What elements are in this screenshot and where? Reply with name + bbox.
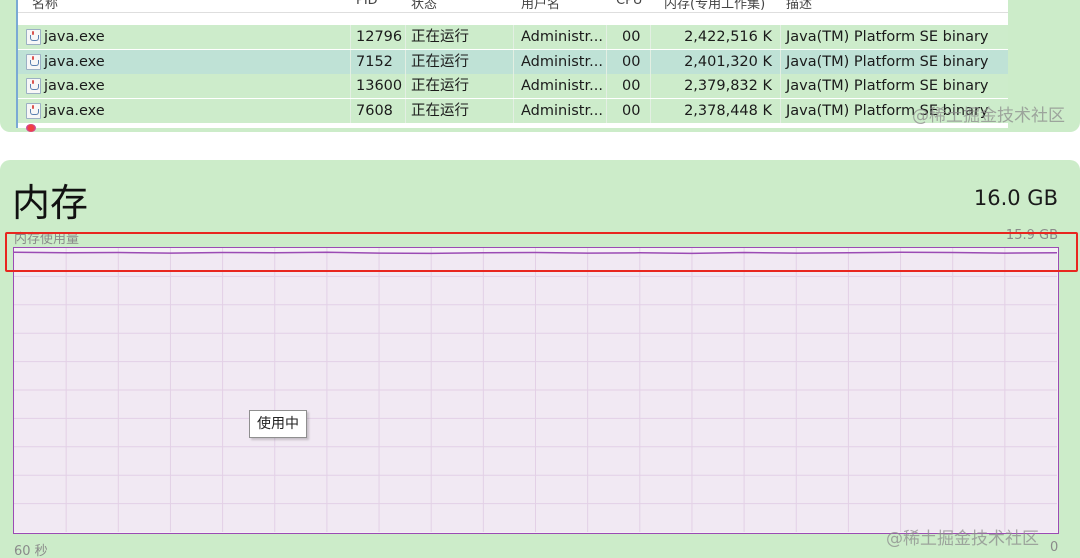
process-pid: 13600 <box>356 78 403 94</box>
process-list-panel: 名称 PID 状态 用户名 CPU 内存(专用工作集) 描述 java.exe 1… <box>0 0 1080 132</box>
process-name: java.exe <box>44 102 105 119</box>
column-separator <box>606 74 607 98</box>
column-separator <box>513 74 514 98</box>
graph-tooltip: 使用中 <box>249 410 307 438</box>
process-status: 正在运行 <box>411 78 469 94</box>
process-row[interactable]: java.exe 7152 正在运行 Administr... 00 2,401,320 … <box>18 49 1008 74</box>
process-cpu: 00 <box>622 53 641 70</box>
column-separator <box>650 74 651 98</box>
column-separator <box>513 49 514 74</box>
process-pid: 12796 <box>356 29 403 45</box>
column-separator <box>513 98 514 123</box>
column-separator <box>350 98 351 123</box>
column-separator <box>606 49 607 74</box>
column-separator <box>650 49 651 74</box>
memory-title: 内存 <box>12 181 89 225</box>
process-table-header: 名称 PID 状态 用户名 CPU 内存(专用工作集) 描述 <box>18 0 1008 13</box>
java-exe-icon <box>26 102 41 119</box>
process-user: Administr... <box>521 78 603 94</box>
process-status: 正在运行 <box>411 102 469 119</box>
process-description: Java(TM) Platform SE binary <box>786 78 989 94</box>
process-memory: 2,401,320 K <box>684 53 772 70</box>
java-exe-icon <box>26 53 41 70</box>
watermark-top: @稀土掘金技术社区 <box>912 106 1065 126</box>
process-name: java.exe <box>44 53 105 70</box>
column-separator <box>780 98 781 123</box>
memory-usage-chart <box>14 248 1057 532</box>
axis-label-right: 0 <box>1050 540 1059 555</box>
column-header-memory[interactable]: 内存(专用工作集) <box>664 0 765 12</box>
column-separator <box>405 49 406 74</box>
column-separator <box>350 25 351 49</box>
highlight-box <box>5 232 1078 272</box>
process-table: 名称 PID 状态 用户名 CPU 内存(专用工作集) 描述 java.exe 1… <box>16 0 1008 128</box>
process-pid: 7608 <box>356 102 393 119</box>
column-header-pid[interactable]: PID <box>356 0 378 8</box>
process-status: 正在运行 <box>411 53 469 70</box>
column-separator <box>350 49 351 74</box>
column-header-cpu[interactable]: CPU <box>616 0 642 8</box>
column-header-status[interactable]: 状态 <box>411 0 437 12</box>
watermark-bottom: @稀土掘金技术社区 <box>886 529 1039 549</box>
process-memory: 2,378,448 K <box>684 102 772 119</box>
process-memory: 2,379,832 K <box>684 78 772 94</box>
column-separator <box>606 25 607 49</box>
column-header-name[interactable]: 名称 <box>32 0 58 12</box>
column-separator <box>780 25 781 49</box>
process-name: java.exe <box>44 78 105 94</box>
process-row[interactable]: java.exe 13600 正在运行 Administr... 00 2,379,832… <box>18 74 1008 98</box>
usage-area <box>14 252 1057 532</box>
java-exe-icon <box>26 78 41 94</box>
java-exe-icon <box>26 29 41 45</box>
process-description: Java(TM) Platform SE binary <box>786 53 989 70</box>
process-cpu: 00 <box>622 29 641 45</box>
process-description: Java(TM) Platform SE binary <box>786 29 989 45</box>
column-separator <box>405 74 406 98</box>
memory-usage-graph[interactable] <box>13 247 1059 534</box>
process-status: 正在运行 <box>411 29 469 45</box>
column-separator <box>650 25 651 49</box>
process-cpu: 00 <box>622 78 641 94</box>
column-header-description[interactable]: 描述 <box>786 0 812 12</box>
column-separator <box>405 98 406 123</box>
memory-total: 16.0 GB <box>973 186 1058 210</box>
column-separator <box>405 25 406 49</box>
axis-label-left: 60 秒 <box>14 544 48 558</box>
process-row[interactable]: java.exe 7608 正在运行 Administr... 00 2,378,448 … <box>18 98 1008 123</box>
column-separator <box>780 49 781 74</box>
process-user: Administr... <box>521 53 603 70</box>
process-row[interactable]: java.exe 12796 正在运行 Administr... 00 2,422,516… <box>18 25 1008 49</box>
process-pid: 7152 <box>356 53 393 70</box>
column-separator <box>780 74 781 98</box>
column-separator <box>650 98 651 123</box>
process-name: java.exe <box>44 29 105 45</box>
process-cpu: 00 <box>622 102 641 119</box>
column-header-user[interactable]: 用户名 <box>521 0 560 12</box>
process-memory: 2,422,516 K <box>684 29 772 45</box>
memory-panel: 内存 16.0 GB 内存使用量 15.9 GB 使用中 60 秒 0 @稀土掘… <box>0 160 1080 558</box>
column-separator <box>513 25 514 49</box>
column-separator <box>606 98 607 123</box>
column-separator <box>350 74 351 98</box>
process-user: Administr... <box>521 29 603 45</box>
process-user: Administr... <box>521 102 603 119</box>
app-icon-partial <box>26 124 36 132</box>
